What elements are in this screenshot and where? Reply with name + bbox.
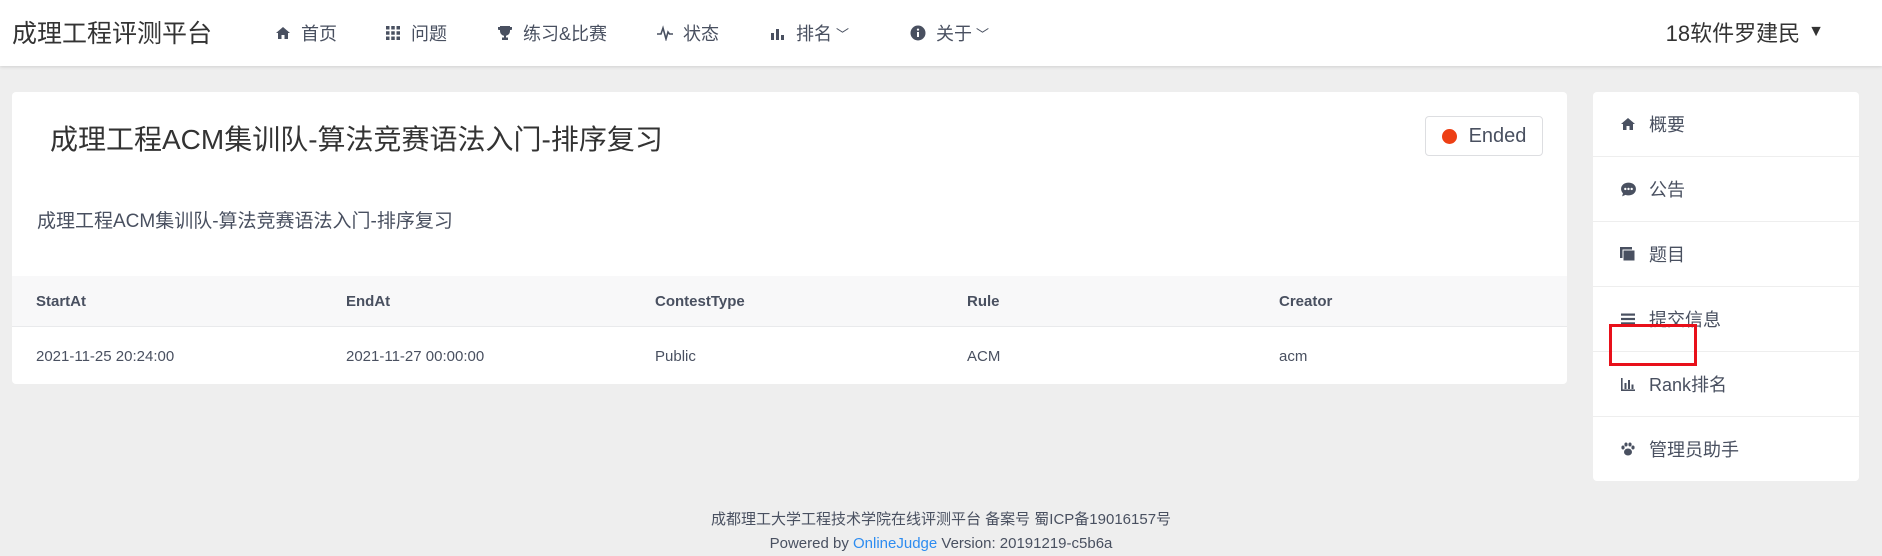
contest-status-badge[interactable]: Ended — [1425, 116, 1543, 156]
cell-end: 2021-11-27 00:00:00 — [346, 347, 485, 365]
info-icon — [910, 25, 926, 41]
contest-description: 成理工程ACM集训队-算法竞赛语法入门-排序复习 — [37, 211, 453, 232]
contest-title: 成理工程ACM集训队-算法竞赛语法入门-排序复习 — [50, 124, 663, 155]
header-start: StartAt — [36, 292, 87, 310]
nav-contests[interactable]: 练习&比赛 — [497, 18, 607, 48]
bar-chart-icon — [770, 25, 786, 41]
nav-problems-label: 问题 — [411, 24, 447, 44]
footer: 成都理工大学工程技术学院在线评测平台 备案号 蜀ICP备19016157号 Po… — [0, 508, 1882, 556]
nav-status[interactable]: 状态 — [657, 18, 719, 48]
version-label: Version: 20191219-c5b6a — [941, 535, 1113, 552]
user-menu[interactable]: 18软件罗建民 ▼ — [1666, 16, 1824, 48]
chevron-down-icon: ﹀ — [836, 26, 850, 42]
header-rule: Rule — [967, 292, 1000, 310]
user-name: 18软件罗建民 — [1665, 21, 1801, 46]
side-item-label: 公告 — [1649, 180, 1685, 200]
nav-status-label: 状态 — [683, 24, 719, 44]
cell-contest-type: Public — [655, 347, 696, 365]
nav-home[interactable]: 首页 — [275, 18, 337, 48]
onlinejudge-link[interactable]: OnlineJudge — [853, 535, 937, 552]
side-item-announcements[interactable]: 公告 — [1593, 157, 1859, 222]
contest-status-label: Ended — [1468, 124, 1527, 147]
nav-about[interactable]: 关于 ﹀ — [910, 18, 989, 48]
nav-contests-label: 练习&比赛 — [523, 24, 608, 44]
cell-start: 2021-11-25 20:24:00 — [36, 347, 175, 365]
table-header: StartAt EndAt ContestType Rule Creator — [12, 276, 1567, 327]
pulse-icon — [657, 25, 673, 42]
contest-card: 成理工程ACM集训队-算法竞赛语法入门-排序复习 Ended 成理工程ACM集训… — [12, 92, 1567, 384]
home-icon — [275, 25, 291, 41]
nav-about-label: 关于 — [936, 24, 972, 44]
highlight-box — [1609, 324, 1697, 366]
cell-creator: acm — [1279, 347, 1308, 365]
nav-rank-label: 排名 — [796, 24, 832, 44]
grid-icon — [385, 25, 401, 41]
files-icon — [1619, 245, 1637, 263]
top-navbar: 成理工程评测平台 首页 问题 练习&比赛 状态 排名 ﹀ 关于 ﹀ 18软件罗建… — [0, 0, 1882, 66]
table-row: 2021-11-25 20:24:00 2021-11-27 00:00:00 … — [12, 327, 1567, 385]
nav-home-label: 首页 — [301, 24, 337, 44]
contest-side-menu: 概要 公告 题目 提交信息 Rank排名 管理员助手 — [1593, 92, 1859, 482]
side-item-label: Rank排名 — [1649, 375, 1728, 395]
powered-by-label: Powered by — [769, 535, 849, 552]
caret-down-icon: ▼ — [1808, 23, 1824, 40]
side-item-label: 概要 — [1649, 115, 1685, 135]
contest-info-table: StartAt EndAt ContestType Rule Creator 2… — [12, 276, 1567, 385]
paw-icon — [1619, 440, 1637, 458]
chat-icon — [1619, 180, 1637, 198]
side-item-label: 题目 — [1649, 245, 1685, 265]
chevron-down-icon: ﹀ — [976, 26, 990, 42]
side-item-overview[interactable]: 概要 — [1593, 92, 1859, 157]
header-creator: Creator — [1279, 292, 1333, 310]
footer-line2: Powered by OnlineJudge Version: 20191219… — [0, 532, 1882, 556]
side-item-admin-helper[interactable]: 管理员助手 — [1593, 417, 1859, 482]
header-contest-type: ContestType — [655, 292, 745, 310]
side-item-label: 管理员助手 — [1649, 440, 1739, 460]
bar-chart-icon — [1619, 375, 1637, 393]
nav-rank[interactable]: 排名 ﹀ — [770, 18, 849, 48]
status-dot-icon — [1441, 128, 1457, 144]
nav-problems[interactable]: 问题 — [385, 18, 447, 48]
footer-line1: 成都理工大学工程技术学院在线评测平台 备案号 蜀ICP备19016157号 — [710, 511, 1172, 528]
side-item-problems[interactable]: 题目 — [1593, 222, 1859, 287]
brand-logo[interactable]: 成理工程评测平台 — [12, 14, 212, 50]
header-end: EndAt — [346, 292, 391, 310]
trophy-icon — [497, 25, 513, 41]
home-icon — [1619, 115, 1637, 133]
cell-rule: ACM — [967, 347, 1001, 365]
